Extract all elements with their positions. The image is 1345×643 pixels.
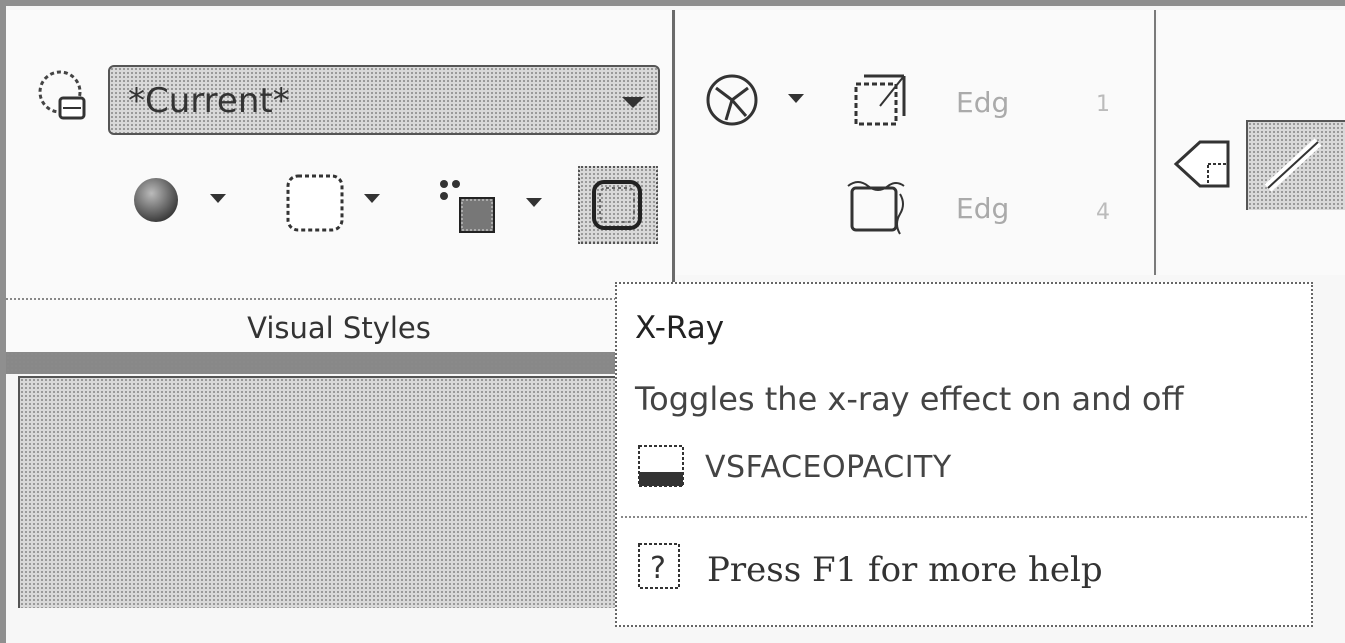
visual-styles-panel: *Current* Visual Styles bbox=[6, 10, 675, 356]
visual-style-dropdown-value: *Current* bbox=[128, 81, 290, 121]
visual-style-manager-icon[interactable] bbox=[32, 64, 94, 126]
jitter-icon[interactable] bbox=[840, 174, 912, 240]
edge-effects-icon[interactable] bbox=[702, 70, 764, 132]
edge-style-icon[interactable] bbox=[280, 170, 350, 236]
panel-title-visual-styles: Visual Styles bbox=[6, 298, 672, 356]
ribbon-bottom-strip bbox=[6, 352, 616, 374]
shading-dropdown-caret[interactable] bbox=[210, 194, 226, 203]
help-icon: ? bbox=[635, 540, 687, 594]
visual-style-dropdown[interactable]: *Current* bbox=[108, 65, 660, 135]
chevron-down-icon bbox=[622, 97, 644, 108]
isolines-label: Edg bbox=[956, 86, 1010, 119]
shadow-cube-icon[interactable] bbox=[434, 174, 500, 240]
sysvar-icon bbox=[635, 442, 691, 492]
tooltip-variable: VSFACEOPACITY bbox=[705, 450, 952, 485]
isolines-icon[interactable] bbox=[846, 68, 912, 134]
isolines-value: 1 bbox=[1096, 92, 1110, 117]
tag-icon[interactable] bbox=[1170, 130, 1240, 200]
edge-effects-panel: Edg 1 Edg 4 bbox=[676, 10, 1156, 275]
tooltip-description: Toggles the x-ray effect on and off bbox=[635, 380, 1184, 418]
tooltip-title: X-Ray bbox=[635, 310, 725, 346]
tooltip-separator bbox=[621, 516, 1307, 518]
drawing-viewport[interactable] bbox=[18, 376, 620, 608]
jitter-value: 4 bbox=[1096, 200, 1110, 225]
svg-text:?: ? bbox=[650, 551, 666, 586]
right-panel bbox=[1158, 10, 1345, 275]
jitter-label: Edg bbox=[956, 192, 1010, 225]
shadow-dropdown-caret[interactable] bbox=[526, 198, 542, 207]
edge-effects-dropdown-caret[interactable] bbox=[788, 94, 804, 103]
shading-icon[interactable] bbox=[128, 172, 184, 228]
xray-button[interactable] bbox=[578, 166, 658, 244]
tooltip-help-text: Press F1 for more help bbox=[707, 550, 1103, 590]
edge-style-dropdown-caret[interactable] bbox=[364, 194, 380, 203]
tooltip-xray: X-Ray Toggles the x-ray effect on and of… bbox=[615, 282, 1313, 627]
xray-icon bbox=[592, 180, 642, 230]
edit-icon[interactable] bbox=[1246, 120, 1345, 210]
